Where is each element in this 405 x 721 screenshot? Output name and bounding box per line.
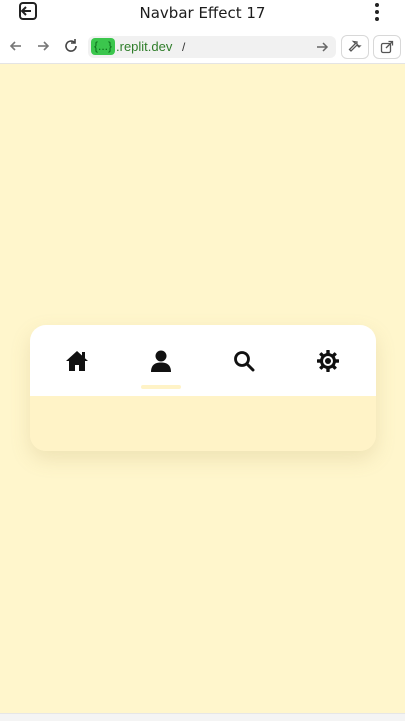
more-vertical-icon [375, 3, 379, 21]
url-host: .replit.dev [116, 39, 173, 54]
wrench-icon [348, 40, 362, 52]
back-button[interactable] [7, 37, 25, 55]
more-options-button[interactable] [367, 2, 387, 24]
reload-icon [65, 39, 77, 52]
arrow-right-icon [38, 41, 50, 51]
navbar-panel [30, 396, 376, 451]
app-top-bar: Navbar Effect 17 [0, 0, 405, 30]
devtools-button[interactable] [341, 35, 369, 59]
forward-button[interactable] [34, 37, 52, 55]
nav-item-search[interactable] [224, 345, 264, 377]
navbar-card [30, 325, 376, 451]
url-path: / [182, 40, 186, 54]
arrow-left-icon [9, 41, 21, 51]
nav-item-profile[interactable] [141, 345, 181, 377]
page-title: Navbar Effect 17 [139, 4, 266, 22]
user-icon [151, 350, 171, 372]
navbar [30, 325, 376, 396]
url-bar[interactable]: {...} .replit.dev / [88, 36, 336, 58]
reload-button[interactable] [62, 37, 80, 55]
browser-bar: {...} .replit.dev / [0, 30, 405, 64]
nav-item-home[interactable] [57, 345, 97, 377]
url-repl-chip: {...} [91, 38, 116, 55]
open-new-tab-button[interactable] [373, 35, 401, 59]
external-link-icon [380, 40, 394, 54]
search-icon [234, 351, 255, 372]
active-indicator [141, 385, 181, 389]
gear-icon [317, 350, 339, 372]
arrow-right-icon [317, 42, 329, 52]
nav-item-settings[interactable] [308, 345, 348, 377]
home-icon [66, 351, 88, 371]
go-button[interactable] [314, 39, 330, 55]
